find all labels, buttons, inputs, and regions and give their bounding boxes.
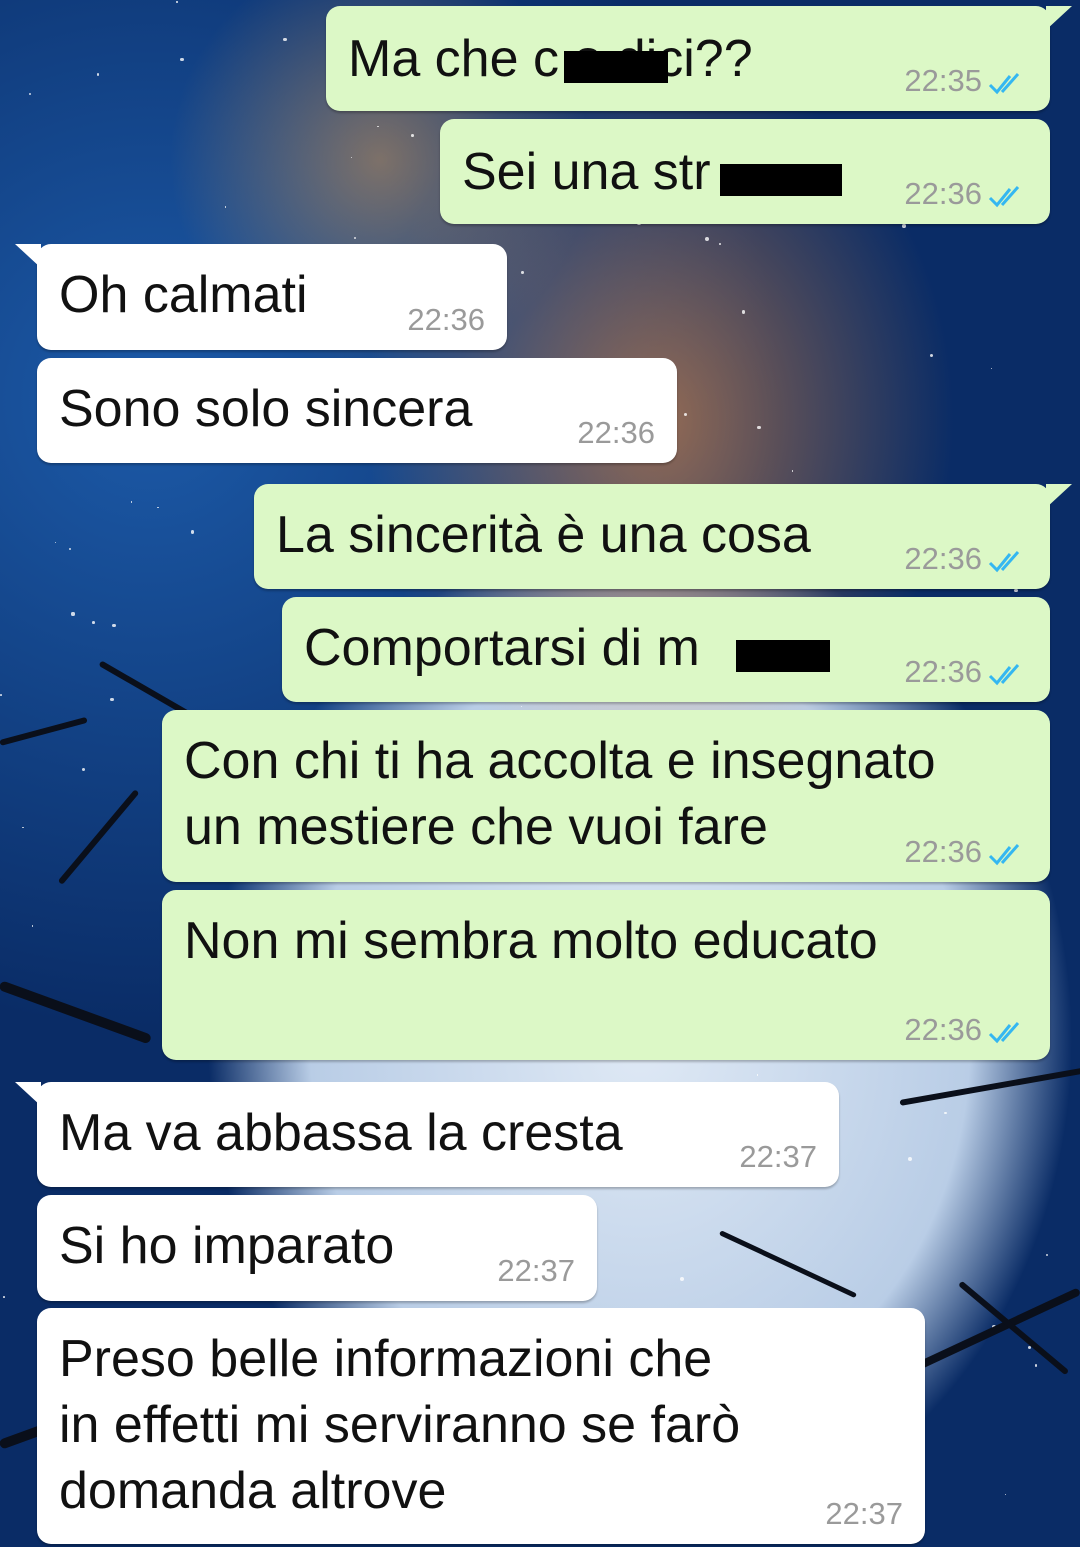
message-text: Con chi ti ha accolta e insegnato un mes… xyxy=(184,732,936,856)
read-ticks-icon xyxy=(988,1022,1020,1044)
message-bubble[interactable]: Si ho imparato 22:37 xyxy=(37,1195,597,1301)
message-text: Non mi sembra molto educato xyxy=(184,912,878,970)
message-time: 22:36 xyxy=(407,302,485,337)
conversation[interactable]: Ma che c o dici?? 22:35 Sei una str 22:3… xyxy=(0,0,1080,1547)
message-time: 22:37 xyxy=(497,1253,575,1288)
message-bubble[interactable]: Ma che c o dici?? 22:35 xyxy=(326,6,1072,111)
message-bubble[interactable]: Sei una str 22:36 xyxy=(440,119,1050,224)
message-bubble[interactable]: Non mi sembra molto educato 22:36 xyxy=(162,890,1050,1060)
message-bubble[interactable]: La sincerità è una cosa 22:36 xyxy=(254,484,1072,589)
message-time: 22:36 xyxy=(904,834,982,869)
read-ticks-icon xyxy=(988,186,1020,208)
message-text: Sei una str xyxy=(462,143,711,201)
message-time: 22:36 xyxy=(904,176,982,211)
read-ticks-icon xyxy=(988,551,1020,573)
message-time: 22:36 xyxy=(577,415,655,450)
bubble-tail xyxy=(1046,6,1072,30)
message-text: Ma che c o dici?? xyxy=(348,30,753,88)
message-time: 22:36 xyxy=(904,541,982,576)
bubble-tail xyxy=(15,1082,41,1106)
message-time: 22:36 xyxy=(904,1012,982,1047)
message-text: La sincerità è una cosa xyxy=(276,506,811,564)
message-bubble[interactable]: Preso belle informazioni che in effetti … xyxy=(37,1308,925,1544)
bubble-tail xyxy=(15,244,41,268)
message-text: Preso belle informazioni che in effetti … xyxy=(59,1330,741,1520)
message-bubble[interactable]: Sono solo sincera 22:36 xyxy=(37,358,677,463)
message-text: Ma va abbassa la cresta xyxy=(59,1104,623,1162)
message-time: 22:35 xyxy=(904,63,982,98)
message-time: 22:37 xyxy=(825,1496,903,1531)
redaction-bar xyxy=(720,164,842,196)
message-bubble[interactable]: Ma va abbassa la cresta 22:37 xyxy=(15,1082,839,1187)
read-ticks-icon xyxy=(988,664,1020,686)
message-time: 22:37 xyxy=(739,1139,817,1174)
message-time: 22:36 xyxy=(904,654,982,689)
message-text: Oh calmati xyxy=(59,266,308,324)
message-text: Si ho imparato xyxy=(59,1217,395,1275)
redaction-bar xyxy=(564,51,668,83)
read-ticks-icon xyxy=(988,844,1020,866)
bubble-tail xyxy=(1046,484,1072,508)
message-text: Sono solo sincera xyxy=(59,380,473,438)
message-text: Comportarsi di m xyxy=(304,619,700,677)
message-bubble[interactable]: Con chi ti ha accolta e insegnato un mes… xyxy=(162,710,1050,882)
message-bubble[interactable]: Comportarsi di m 22:36 xyxy=(282,597,1050,702)
message-bubble[interactable]: Oh calmati 22:36 xyxy=(15,244,507,350)
read-ticks-icon xyxy=(988,73,1020,95)
redaction-bar xyxy=(736,640,830,672)
